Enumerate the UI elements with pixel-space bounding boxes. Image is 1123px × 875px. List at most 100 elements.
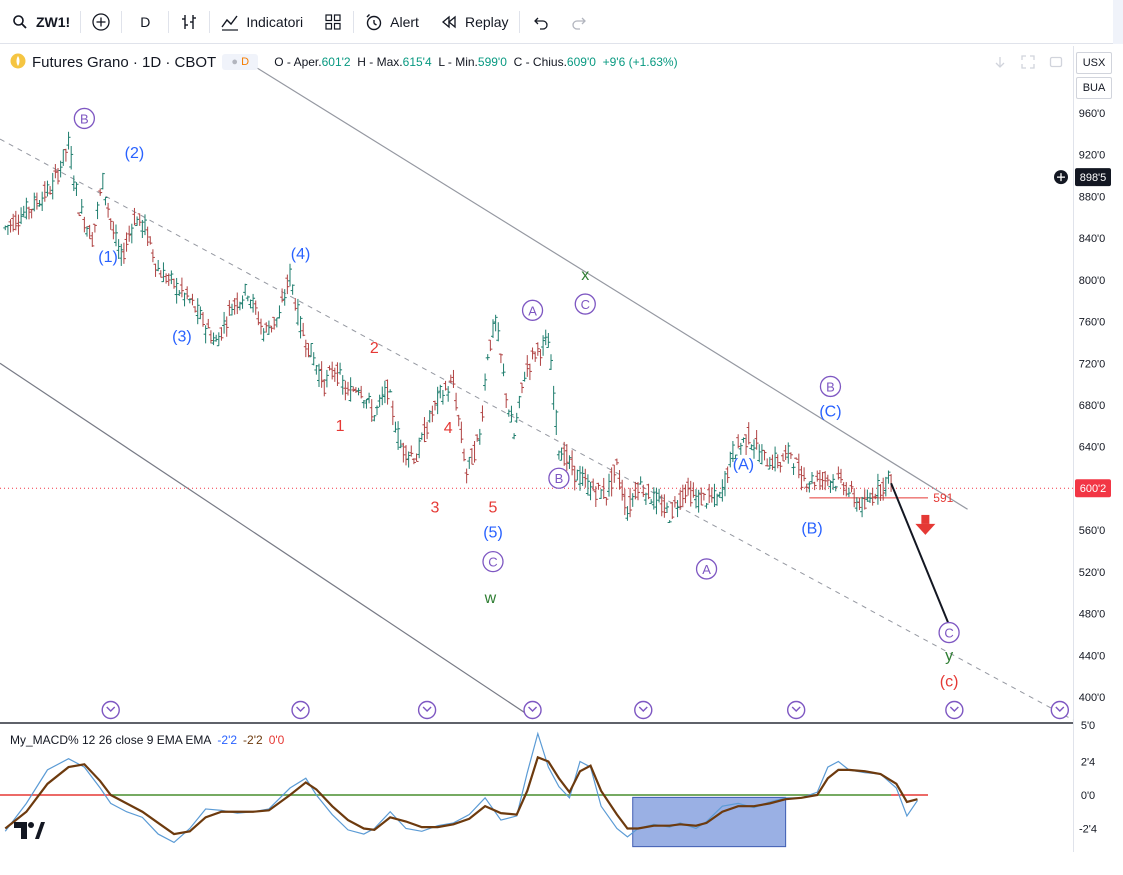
interval-label: D [140,13,151,30]
price-bar [303,339,308,358]
price-bar [338,362,343,375]
price-bar [670,501,675,520]
price-bar [5,224,10,235]
wave-label: x [581,267,589,284]
price-bar [266,320,271,335]
price-bar [525,355,530,377]
add-circle-icon [91,12,111,32]
price-bar [427,410,432,423]
price-chart[interactable]: 960'0 920'0 880'0 840'0 800'0 760'0 720'0 680'0… [0,44,1123,852]
price-bar [815,470,820,482]
ohlc-c-label: C [513,55,523,69]
price-bar [707,483,712,504]
price-bar [459,421,464,444]
price-bar [833,485,838,492]
price-bar [211,332,216,346]
price-bar [42,181,47,202]
alert-label: Alert [390,13,419,30]
price-bar [306,342,311,358]
price-bar [164,273,169,284]
price-bar [314,364,319,375]
price-bar [248,299,253,309]
indicators-button[interactable]: Indicatori [210,0,313,44]
event-marker-icon[interactable] [786,700,806,720]
down-arrow-shaft [921,514,930,524]
top-toolbar: ZW1! D Indicatori Alert Replay [0,0,1123,44]
price-bar [29,208,34,219]
event-marker-icon[interactable] [945,700,964,720]
wave-label: A [702,562,711,577]
compare-button[interactable] [81,0,121,44]
price-bar [343,380,348,401]
event-marker-icon[interactable] [634,700,653,720]
price-bar [95,201,100,220]
price-bar [119,243,124,266]
price-bar [227,300,232,316]
add-alert-icon[interactable] [1054,170,1068,185]
price-bar [564,443,569,471]
event-marker-icon[interactable] [101,700,120,720]
wave-label: (1) [98,249,118,266]
search-icon [10,12,30,32]
price-bar [240,295,245,309]
macd-value: -2'2 [217,733,238,747]
wave-label: C [581,297,590,312]
chart-type-button[interactable] [169,0,209,44]
price-bar [58,160,63,178]
price-bar [124,232,129,252]
price-bar [169,270,174,285]
price-bar [372,415,377,422]
symbol-search[interactable]: ZW1! [0,0,80,44]
event-marker-icon[interactable] [1050,700,1070,720]
replay-button[interactable]: Replay [429,0,519,44]
price-bar [388,389,393,393]
ohlc-open-label: Aper. [293,55,322,69]
price-bar [201,311,205,327]
price-bar [517,395,522,409]
price-bar [886,470,891,484]
price-bar [177,290,182,296]
layouts-button[interactable] [313,0,353,44]
price-bar [578,465,582,491]
price-bar [145,226,150,247]
redo-button[interactable] [560,0,600,44]
interval-button[interactable]: D [122,0,168,44]
alarm-clock-icon [364,12,384,32]
price-bar [788,452,793,459]
price-bar [469,448,474,465]
unit-selector[interactable]: BUA [1076,77,1112,99]
arrow-down-icon[interactable] [992,54,1008,75]
price-bar [425,421,430,440]
alert-button[interactable]: Alert [354,0,429,44]
price-bar [485,354,490,361]
ohlc-change: +9'6 (+1.63%) [602,55,678,69]
price-bar [277,305,282,319]
event-marker-icon-circle [417,700,437,720]
maximize-icon[interactable] [1048,54,1064,75]
price-bar [319,361,324,388]
event-marker-icon[interactable] [523,700,542,720]
price-bar [802,467,807,482]
price-bar [74,182,79,197]
price-bar [121,242,126,264]
wave-label: A [528,303,537,318]
price-bar [82,216,87,233]
price-tick-label: 480'0 [1079,609,1106,621]
price-bar [208,330,213,344]
price-bar [725,466,730,483]
delayed-badge[interactable]: ● D [222,54,259,70]
event-marker-icon[interactable] [417,700,437,720]
currency-selector[interactable]: USX [1076,52,1112,74]
price-bar [34,192,39,210]
fullscreen-icon[interactable] [1020,54,1036,75]
undo-button[interactable] [520,0,560,44]
price-bar [290,284,295,295]
price-bar [712,483,717,508]
event-marker-icon[interactable] [291,700,310,720]
event-marker-icon-circle [945,700,964,720]
price-bar [865,489,870,502]
tradingview-logo-left [14,822,27,839]
price-bar [182,292,187,307]
price-bar [382,380,387,404]
price-bar [501,363,506,377]
